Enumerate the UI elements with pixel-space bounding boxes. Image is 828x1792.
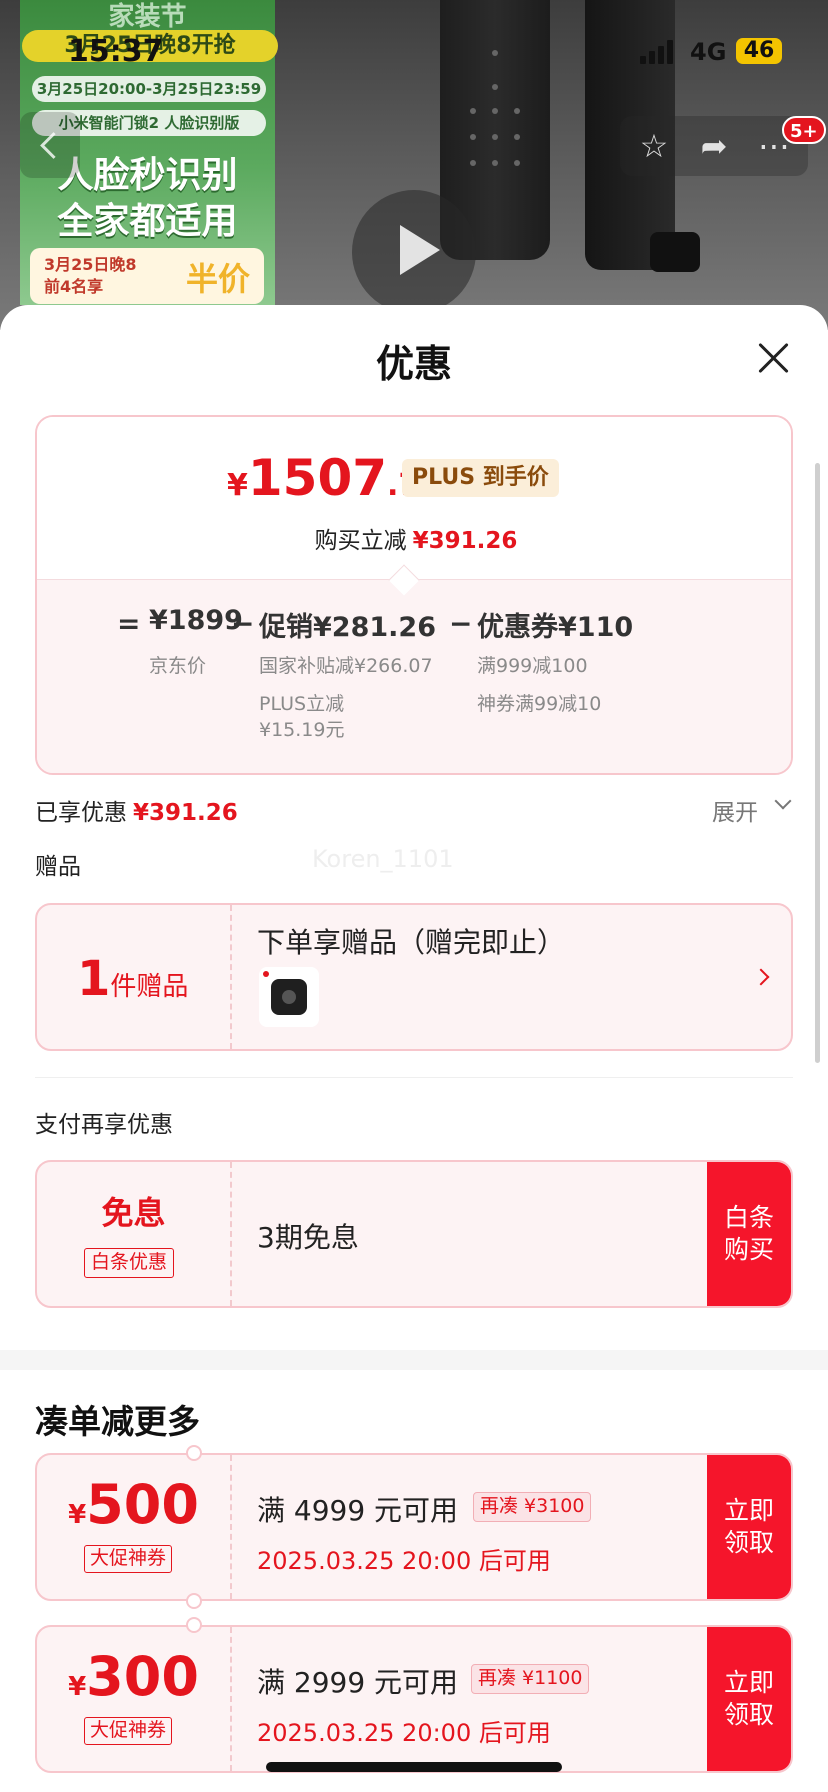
coupon-condition: 满 2999 元可用 [257,1666,459,1699]
coupon-card: ¥300 大促神券 满 2999 元可用 再凑 ¥1100 2025.03.25… [35,1625,793,1773]
status-time: 15:37 [68,34,164,69]
minus-sign-2: − [449,607,473,640]
coupon-condition: 满 4999 元可用 [257,1494,459,1527]
signal-icon [640,40,680,64]
battery-icon: 46 [736,38,782,64]
chevron-down-icon[interactable] [774,792,792,810]
promo-half: 半价 [185,260,250,298]
equals-sign: = [117,607,141,640]
gift-card[interactable]: 1件赠品 下单享赠品（赠完即止） [35,903,793,1051]
promo-head: 家装节 [108,2,187,32]
play-icon [400,225,440,275]
gift-thumbnail[interactable] [259,967,319,1027]
coupon-available-time: 2025.03.25 20:00 后可用 [257,1547,551,1575]
coupon-detail-2: 神券满99减10 [477,693,602,715]
pay-offer-tag: 白条优惠 [84,1248,175,1278]
chevron-right-icon[interactable] [752,968,770,986]
coupon-tag: 大促神券 [84,1717,173,1745]
coupon-card: ¥500 大促神券 满 4999 元可用 再凑 ¥3100 2025.03.25… [35,1453,793,1601]
coupon-tag: 大促神券 [84,1545,173,1573]
jd-price-label: 京东价 [149,655,207,677]
promo-detail-subsidy: 国家补贴减¥266.07 [259,655,433,677]
expand-button[interactable]: 展开 [712,793,758,827]
promo-bottom: 3月25日晚8 前4名享 半价 [30,248,264,304]
pay-offer-text: 3期免息 [257,1221,359,1254]
promo-bottom-line1: 3月25日晚8 [44,255,137,274]
gift-count: 1件赠品 [77,951,189,1007]
gift-section-label: 赠品 [35,854,81,880]
promo-value: 促销¥281.26 [259,612,436,643]
nav-actions: ☆ ➦ ⋯ [620,116,808,176]
promo-line2: 全家都适用 [57,201,238,242]
section-separator [0,1350,828,1370]
enjoyed-discount: 已享优惠 ¥391.26 [35,800,238,826]
coupon-available-time: 2025.03.25 20:00 后可用 [257,1719,551,1747]
share-icon[interactable]: ➦ [696,128,732,164]
promo-bottom-line2: 前4名享 [44,277,104,296]
coupon-value: 优惠券¥110 [477,612,634,643]
sheet-title: 优惠 [375,342,452,386]
minus-sign: − [231,607,255,640]
coupon-extra-needed: 再凑 ¥3100 [473,1492,592,1522]
buy-reduce: 购买立减 ¥391.26 [314,528,518,554]
discount-sheet: 优惠 ¥1507.74 PLUS 到手价 购买立减¥391.26 = ¥1899… [0,305,828,1792]
more-discounts-title: 凑单减更多 [35,1402,200,1441]
plus-price-tag: PLUS 到手价 [402,459,559,497]
coupon-amount: ¥500 [68,1473,199,1536]
star-icon[interactable]: ☆ [636,128,672,164]
home-indicator[interactable] [266,1762,562,1772]
coupon-detail-1: 满999减100 [477,655,588,677]
close-icon[interactable] [756,341,790,375]
promo-detail-plus: PLUS立减 [259,693,345,715]
watermark: Koren_1101 [312,845,454,873]
scrollbar[interactable] [815,463,820,1063]
baitiao-buy-button[interactable]: 白条 购买 [707,1162,791,1306]
claim-coupon-button[interactable]: 立即 领取 [707,1455,791,1599]
gift-title: 下单享赠品（赠完即止） [257,926,566,959]
price-breakdown-card: ¥1507.74 PLUS 到手价 购买立减¥391.26 = ¥1899 京东… [35,415,793,775]
coupon-amount: ¥300 [68,1645,199,1708]
promo-detail-plus-value: ¥15.19元 [259,719,345,741]
pay-offer-title: 免息 [101,1194,166,1232]
payment-offer-card: 免息 白条优惠 3期免息 白条 购买 [35,1160,793,1308]
divider [35,1077,793,1078]
message-badge: 5+ [782,116,826,144]
claim-coupon-button[interactable]: 立即 领取 [707,1627,791,1771]
coupon-extra-needed: 再凑 ¥1100 [471,1664,590,1694]
pay-section-label: 支付再享优惠 [35,1112,173,1138]
promo-date-range: 3月25日20:00-3月25日23:59 [32,76,266,102]
network-type: 4G [690,38,727,66]
door-knob-image [650,232,700,272]
back-button[interactable] [20,112,80,178]
jd-price: ¥1899 [149,605,243,636]
